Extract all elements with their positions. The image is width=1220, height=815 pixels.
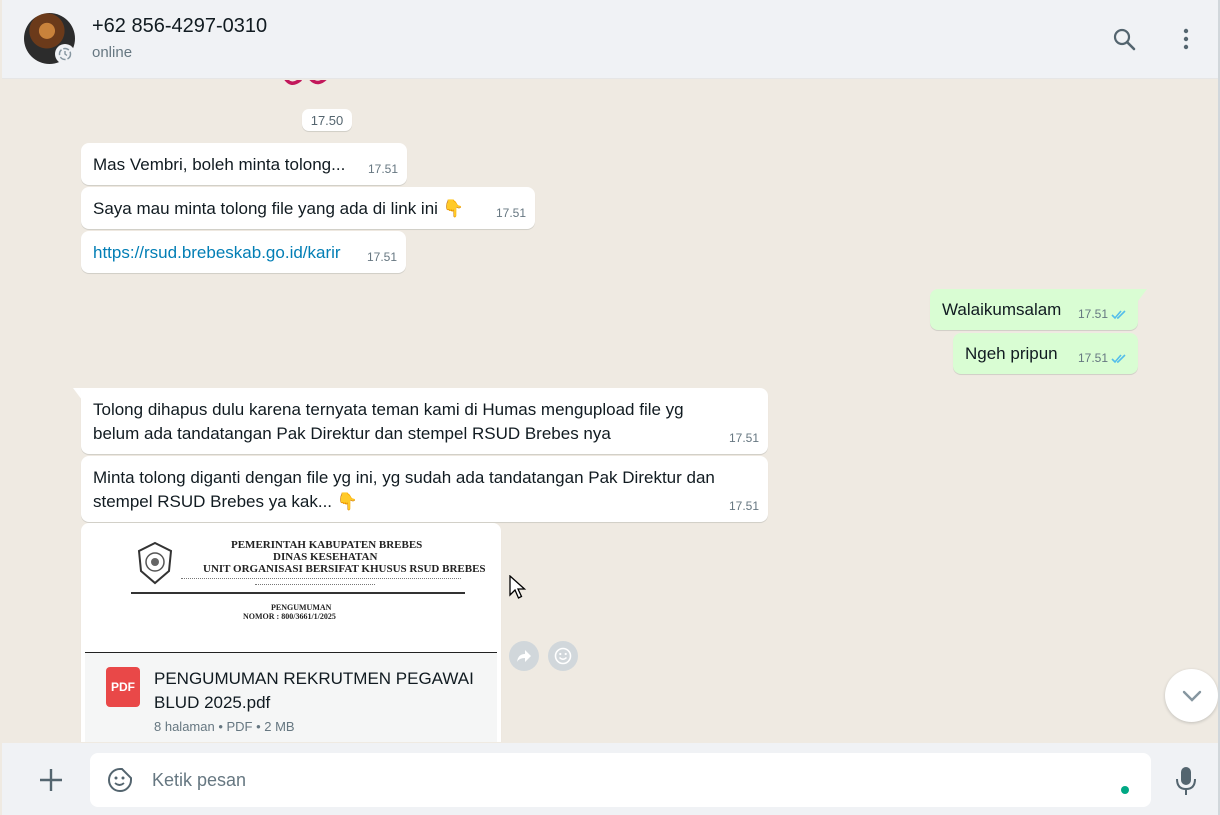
message-text: Minta tolong diganti dengan file yg ini,… [93, 468, 715, 511]
incoming-message[interactable]: Saya mau minta tolong file yang ada di l… [81, 187, 535, 229]
message-meta: 17.51 [1078, 346, 1129, 370]
document-info[interactable]: PDF PENGUMUMAN REKRUTMEN PEGAWAI BLUD 20… [85, 653, 497, 742]
doc-rule [131, 592, 465, 594]
timestamp-divider: 17.50 [302, 109, 352, 131]
sticker-fragment [284, 80, 327, 85]
document-preview[interactable]: PEMERINTAH KABUPATEN BREBES DINAS KESEHA… [85, 527, 497, 653]
doc-heading: PEMERINTAH KABUPATEN BREBES [231, 539, 423, 551]
doc-heading: UNIT ORGANISASI BERSIFAT KHUSUS RSUD BRE… [203, 563, 486, 575]
incoming-message[interactable]: Tolong dihapus dulu karena ternyata tema… [81, 388, 768, 454]
sticker-icon[interactable] [106, 766, 134, 794]
status-dot [1121, 786, 1129, 794]
forward-button[interactable] [509, 641, 539, 671]
composer-bar [2, 743, 1220, 815]
message-time: 17.51 [728, 499, 759, 513]
doc-number: NOMOR : 800/3661/1/2025 [243, 612, 336, 621]
contact-avatar[interactable] [24, 13, 75, 64]
message-input[interactable] [152, 764, 1102, 796]
doc-address-line [181, 578, 461, 580]
message-text: Mas Vembri, boleh minta tolong... [93, 155, 346, 174]
search-icon[interactable] [1109, 24, 1139, 54]
doc-heading: DINAS KESEHATAN [273, 551, 378, 563]
message-time: 17.51 [728, 431, 759, 445]
document-meta: 8 halaman • PDF • 2 MB [154, 719, 295, 734]
chat-header: +62 856-4297-0310 online [2, 0, 1220, 79]
doc-title: PENGUMUMAN [271, 603, 332, 612]
contact-name[interactable]: +62 856-4297-0310 [92, 15, 267, 38]
message-text: Saya mau minta tolong file yang ada di l… [93, 199, 464, 218]
voice-message-button[interactable] [1171, 765, 1201, 797]
outgoing-message[interactable]: Walaikumsalam 17.51 [930, 289, 1138, 330]
document-file-name: PENGUMUMAN REKRUTMEN PEGAWAI BLUD 2025.p… [154, 669, 474, 712]
scroll-down-button[interactable] [1165, 669, 1218, 722]
react-button[interactable] [548, 641, 578, 671]
message-time: 17.51 [1077, 351, 1108, 365]
message-link[interactable]: https://rsud.brebeskab.go.id/karir [93, 241, 355, 265]
double-check-icon [1111, 309, 1126, 319]
message-text: Walaikumsalam [942, 300, 1062, 319]
attach-button[interactable] [36, 765, 66, 795]
message-time: 17.51 [366, 250, 397, 264]
status-ring-icon [55, 44, 75, 64]
emoji-icon [554, 647, 572, 665]
bubble-tail [1138, 289, 1147, 301]
chevron-down-icon [1182, 690, 1201, 702]
message-meta: 17.51 [1078, 302, 1129, 326]
mouse-cursor-icon [509, 575, 527, 599]
message-text: Tolong dihapus dulu karena ternyata tema… [93, 400, 684, 443]
doc-address-line [255, 584, 375, 586]
forward-icon [517, 650, 531, 662]
plus-icon [40, 769, 62, 791]
double-check-icon [1111, 353, 1126, 363]
incoming-message[interactable]: Mas Vembri, boleh minta tolong... 17.51 [81, 143, 407, 185]
message-time: 17.51 [1077, 307, 1108, 321]
pdf-file-icon: PDF [106, 667, 140, 707]
outgoing-message[interactable]: Ngeh pripun 17.51 [953, 333, 1138, 374]
incoming-message[interactable]: https://rsud.brebeskab.go.id/karir 17.51 [81, 231, 406, 273]
contact-status: online [92, 44, 133, 61]
more-vertical-icon[interactable] [1171, 24, 1201, 54]
message-time: 17.51 [367, 162, 398, 176]
microphone-icon [1176, 767, 1196, 795]
message-input-container[interactable] [90, 753, 1151, 807]
message-list[interactable]: 17.50 Mas Vembri, boleh minta tolong... … [2, 80, 1220, 742]
message-time: 17.51 [495, 206, 526, 220]
document-message[interactable]: PEMERINTAH KABUPATEN BREBES DINAS KESEHA… [81, 523, 501, 742]
incoming-message[interactable]: Minta tolong diganti dengan file yg ini,… [81, 456, 768, 522]
message-text: Ngeh pripun [965, 344, 1058, 363]
regency-seal-icon [137, 541, 173, 585]
